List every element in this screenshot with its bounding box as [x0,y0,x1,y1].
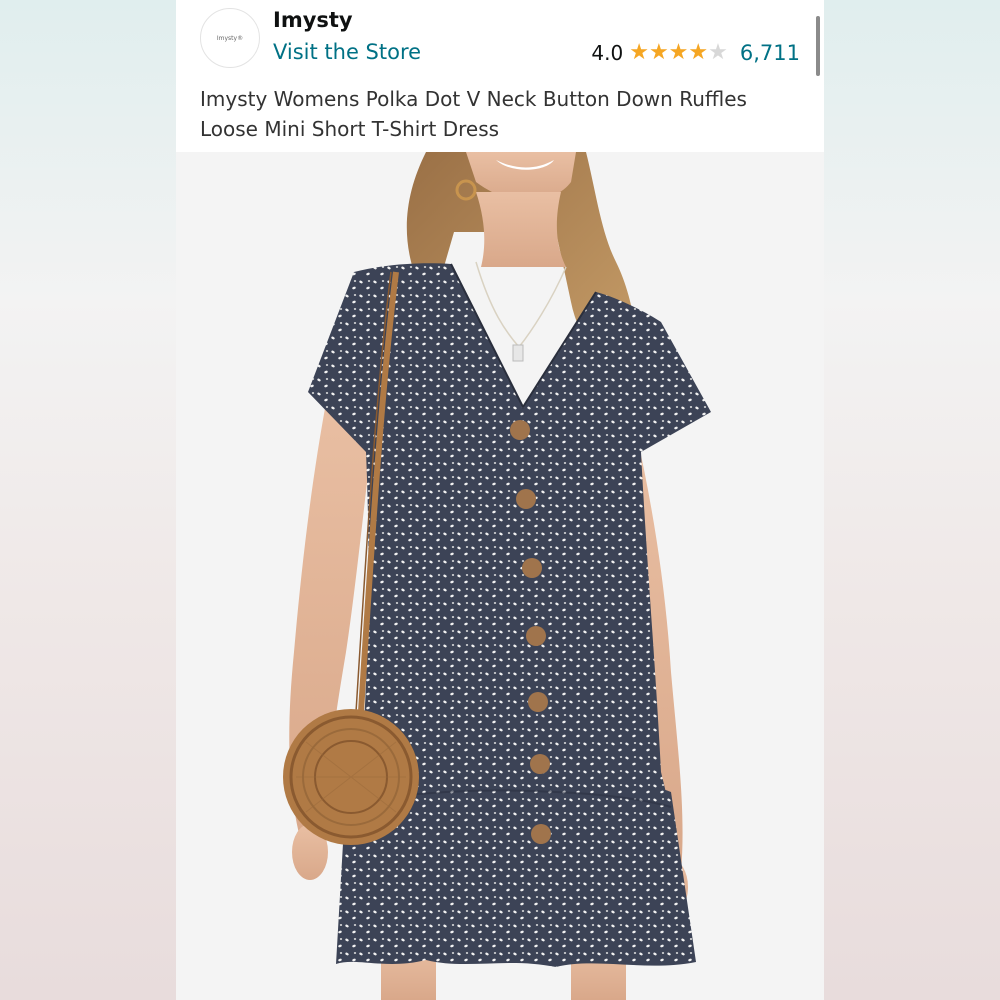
review-count-link[interactable]: 6,711 [740,41,800,65]
star-icon: ★ [629,40,649,65]
product-page: Imysty® Imysty Visit the Store 4.0 ★ ★ ★… [176,0,824,1000]
store-logo-text: Imysty® [216,34,244,42]
star-icon: ★ [688,40,709,65]
background-left [0,0,176,1000]
visit-store-link[interactable]: Visit the Store [273,40,421,64]
brand-name: Imysty [273,8,353,32]
product-title: Imysty Womens Polka Dot V Neck Button Do… [200,87,747,141]
product-image[interactable] [176,152,824,1000]
scrollbar[interactable] [816,16,820,76]
star-icon: ★ [668,40,689,65]
rating-value: 4.0 [591,41,624,65]
rating-summary[interactable]: 4.0 ★ ★ ★ ★ ★ 6,711 [591,40,800,66]
star-rating: ★ ★ ★ ★ ★ [629,42,728,64]
star-empty-icon: ★ [708,40,728,65]
background-right [824,0,1000,1000]
store-logo[interactable]: Imysty® [200,8,260,68]
star-icon: ★ [648,40,669,65]
product-header: Imysty® Imysty Visit the Store 4.0 ★ ★ ★… [176,0,824,152]
